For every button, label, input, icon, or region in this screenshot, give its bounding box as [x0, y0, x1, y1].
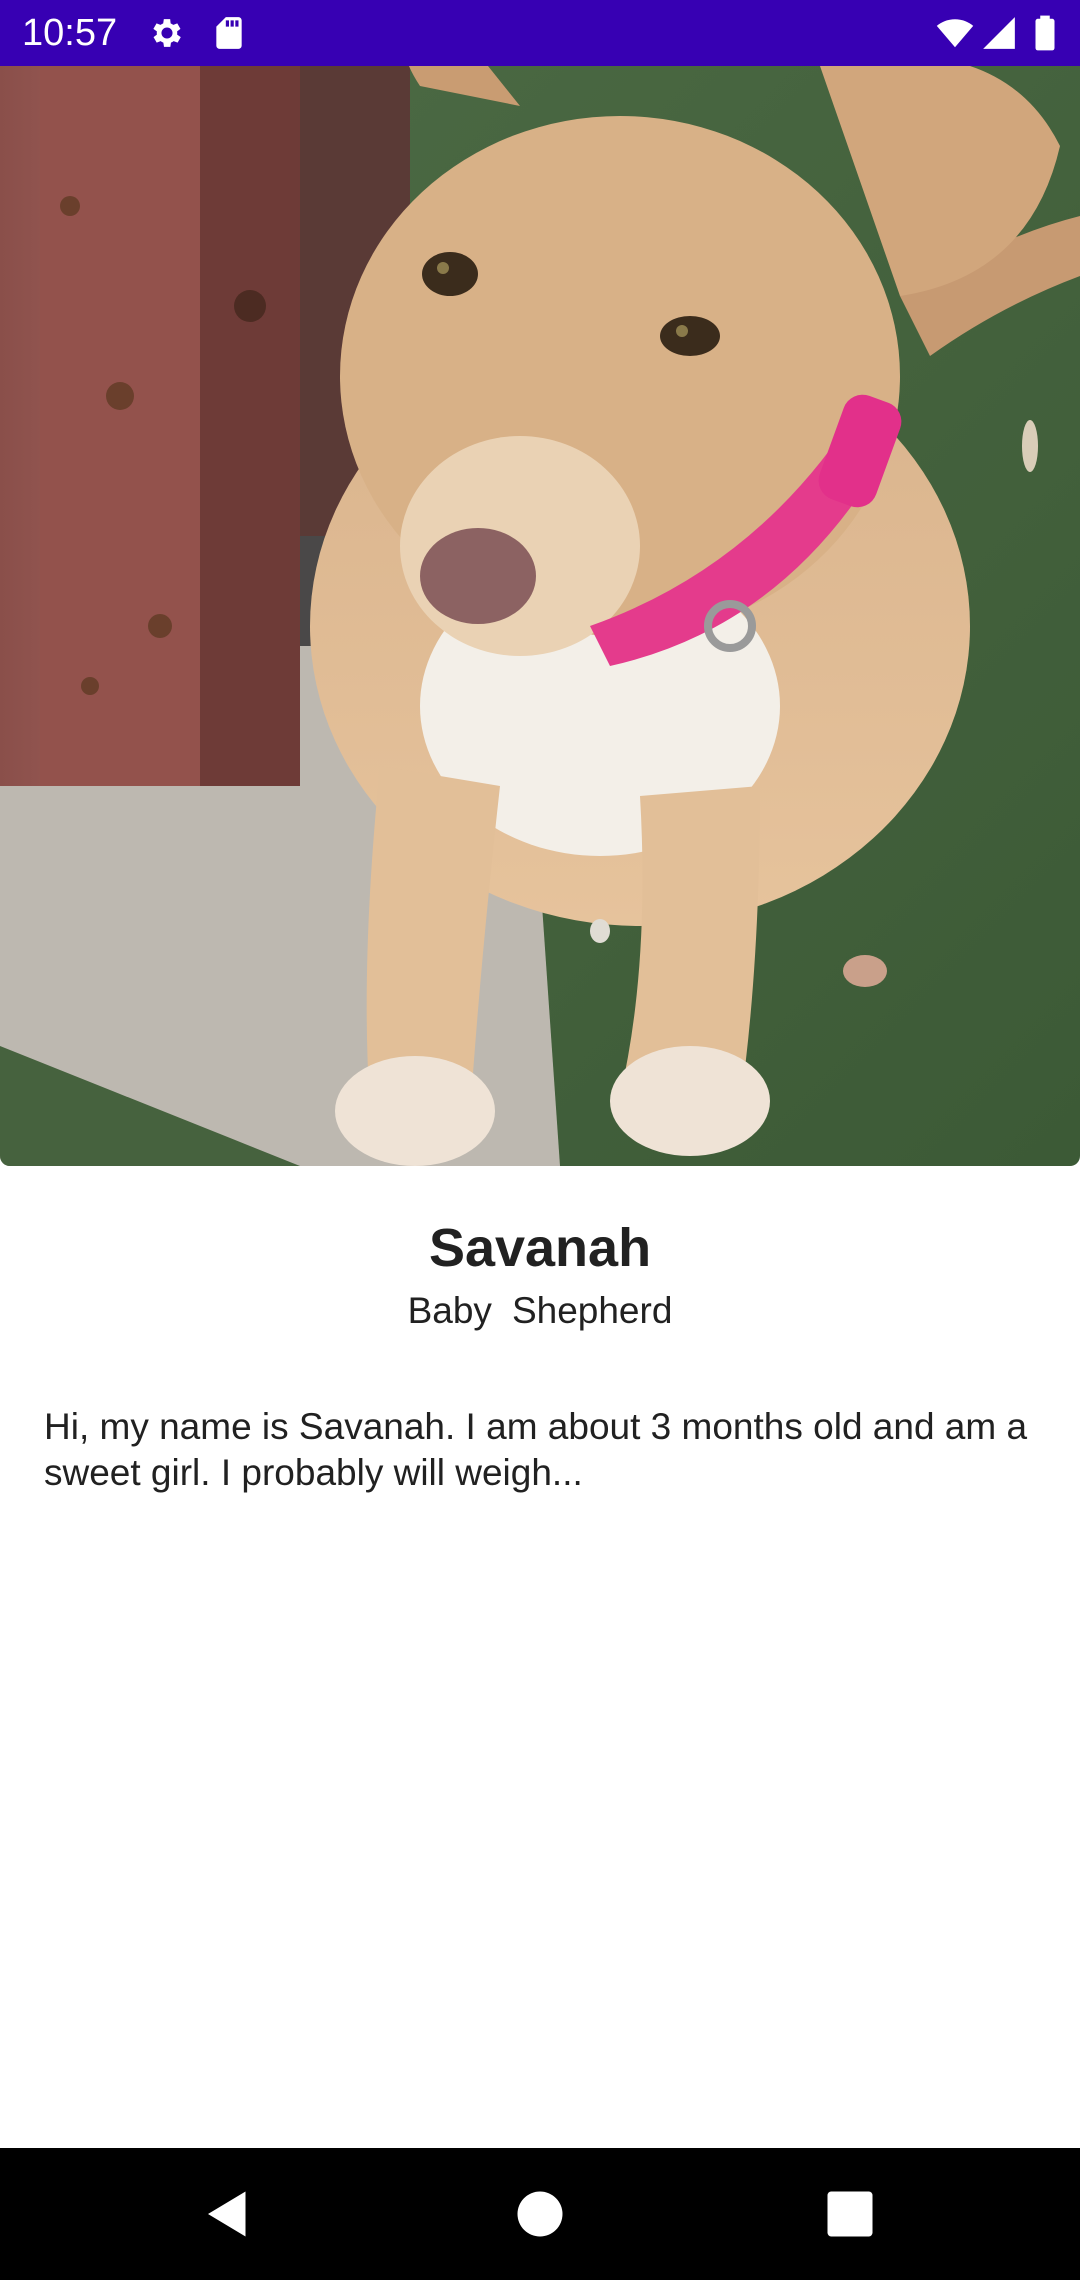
navigation-bar [0, 2148, 1080, 2280]
recents-icon[interactable] [820, 2184, 880, 2244]
status-bar: 10:57 [0, 0, 1080, 66]
pet-meta: Baby Shepherd [0, 1288, 1080, 1334]
sd-card-icon [216, 17, 242, 49]
pet-breed: Shepherd [511, 1290, 673, 1331]
back-icon[interactable] [198, 2184, 258, 2244]
battery-icon [1035, 15, 1055, 51]
pet-detail-screen: 10:57 Savanah Baby Shepherd Hi, my name … [0, 0, 1080, 2280]
dog-photo-illustration [0, 66, 1080, 1166]
settings-icon [153, 19, 181, 47]
wifi-icon [936, 19, 974, 48]
signal-icon [983, 17, 1015, 49]
status-time: 10:57 [22, 12, 118, 54]
home-icon[interactable] [510, 2184, 570, 2244]
pet-description: Hi, my name is Savanah. I am about 3 mon… [44, 1406, 1028, 1493]
pet-name: Savanah [428, 1218, 652, 1278]
pet-photo [0, 66, 1080, 1166]
pet-age: Baby [407, 1290, 492, 1331]
